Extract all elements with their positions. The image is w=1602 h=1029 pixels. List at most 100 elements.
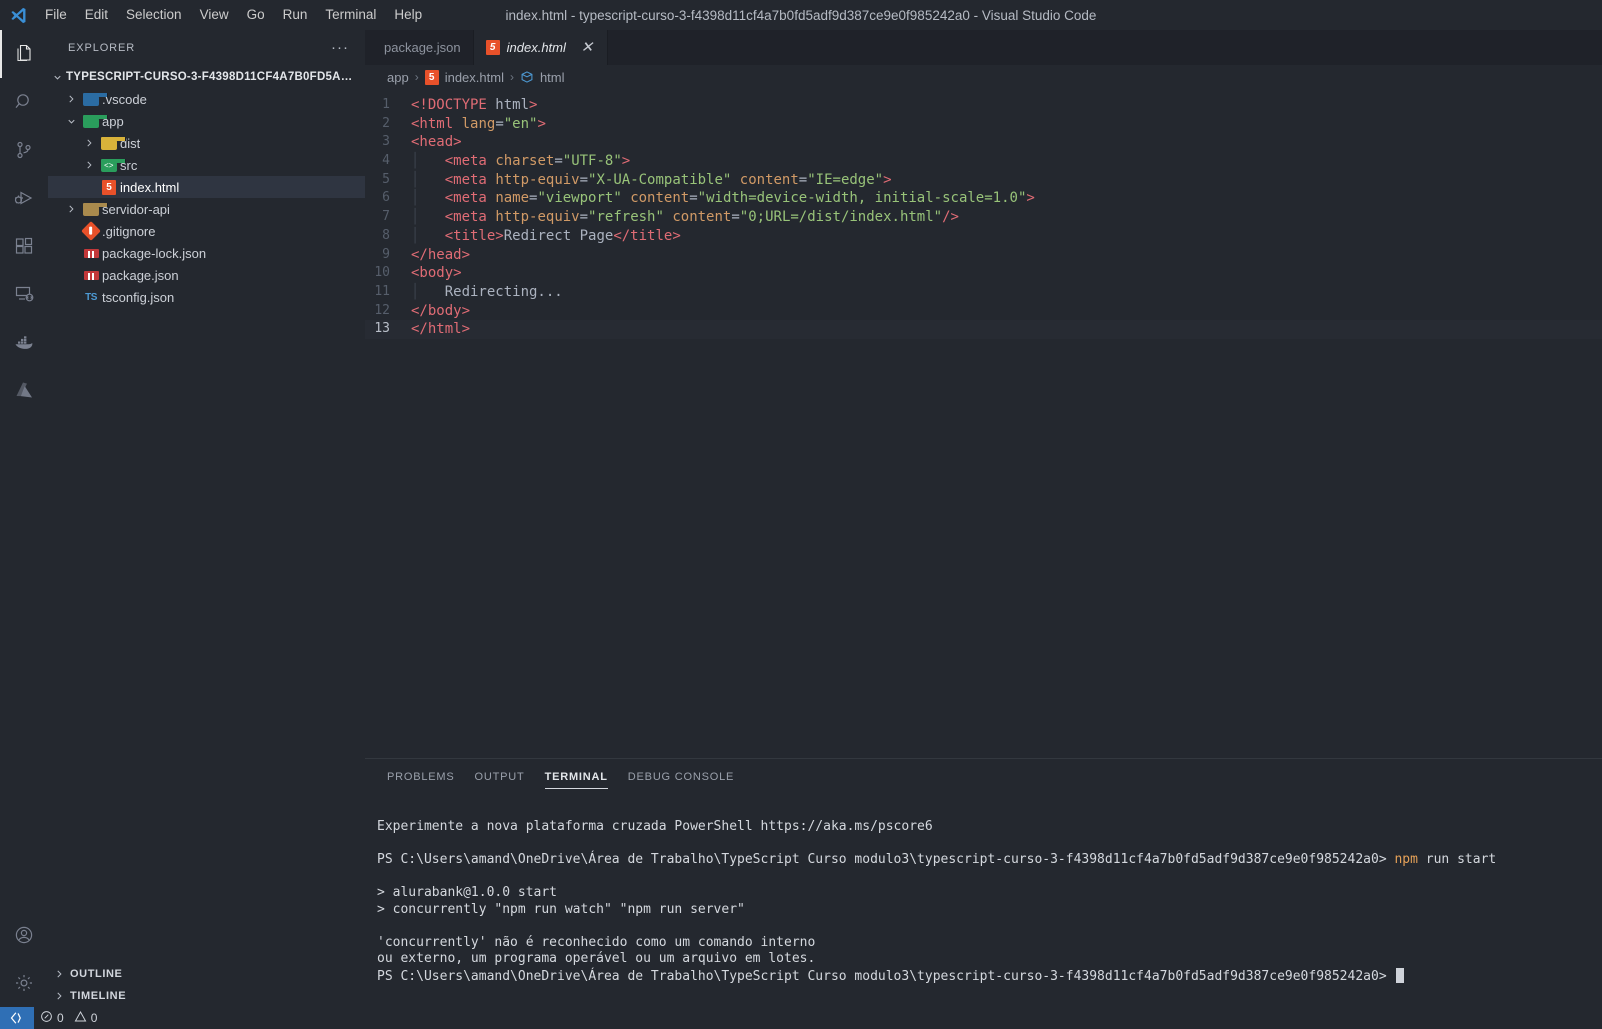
status-error-warning[interactable]: 0 0 [34, 1007, 103, 1029]
breadcrumb-item-html-symbol[interactable]: html [520, 70, 565, 85]
remote-explorer-icon[interactable] [0, 270, 48, 318]
tree-root-folder[interactable]: TYPESCRIPT-CURSO-3-F4398D11CF4A7B0FD5ADF… [48, 66, 365, 88]
code-line[interactable]: 11 │ Redirecting... [365, 283, 1602, 302]
line-number: 9 [382, 246, 390, 262]
tree-item-vscode[interactable]: .vscode [48, 88, 365, 110]
code-line[interactable]: 12 </body> [365, 302, 1602, 321]
tree-item-package-lock-json[interactable]: package-lock.json [48, 242, 365, 264]
tree-item-index-html[interactable]: index.html [48, 176, 365, 198]
warning-icon [74, 1010, 87, 1026]
html5-file-icon [424, 69, 439, 85]
html5-file-icon [98, 179, 120, 195]
tab-output[interactable]: OUTPUT [465, 759, 535, 794]
code-token-tag: > [621, 153, 631, 170]
code-token-txt: = [731, 209, 740, 226]
menu-file[interactable]: File [36, 0, 76, 30]
panel-tabs: PROBLEMS OUTPUT TERMINAL DEBUG CONSOLE [365, 759, 1602, 794]
tree-item-gitignore[interactable]: .gitignore [48, 220, 365, 242]
folder-app-icon [80, 114, 108, 128]
code-line[interactable]: 5 │ <meta http-equiv="X-UA-Compatible" co… [365, 171, 1602, 190]
tab-index-html[interactable]: index.html ✕ [473, 30, 608, 65]
code-line[interactable]: 6 │ <meta name="viewport" content="width=… [365, 189, 1602, 208]
code-line[interactable]: 7 │ <meta http-equiv="refresh" content="0… [365, 208, 1602, 227]
chevron-right-icon[interactable] [62, 204, 80, 214]
code-line[interactable]: 10 <body> [365, 264, 1602, 283]
source-control-icon[interactable] [0, 126, 48, 174]
file-tree[interactable]: TYPESCRIPT-CURSO-3-F4398D11CF4A7B0FD5ADF… [48, 65, 365, 963]
terminal-output[interactable]: Experimente a nova plataforma cruzada Po… [365, 794, 1602, 1007]
git-file-icon [80, 221, 102, 241]
tree-item-package-json[interactable]: package.json [48, 264, 365, 286]
indent-guide: │ [411, 190, 445, 207]
terminal-text: npm [1394, 851, 1418, 867]
run-and-debug-icon[interactable] [0, 174, 48, 222]
outline-panel-header[interactable]: OUTLINE [48, 963, 365, 985]
close-icon[interactable]: ✕ [579, 40, 595, 55]
code-token-tag: > [537, 115, 546, 132]
warning-count: 0 [90, 1011, 98, 1025]
tab-package-json[interactable]: package.json [365, 30, 474, 65]
menu-go[interactable]: Go [238, 0, 274, 30]
tab-terminal[interactable]: TERMINAL [535, 759, 618, 794]
tab-debug-console[interactable]: DEBUG CONSOLE [618, 759, 744, 794]
tree-item-dist[interactable]: dist [48, 132, 365, 154]
breadcrumb-item-app[interactable]: app [387, 70, 409, 85]
extensions-icon[interactable] [0, 222, 48, 270]
code-line[interactable]: 13 </html> [365, 320, 1602, 339]
line-number: 2 [382, 115, 390, 131]
menu-bar[interactable]: File Edit Selection View Go Run Terminal… [36, 0, 431, 30]
breadcrumb-separator: › [509, 70, 514, 84]
code-line[interactable]: 4 │ <meta charset="UTF-8"> [365, 152, 1602, 171]
docker-icon[interactable] [0, 318, 48, 366]
timeline-panel-header[interactable]: TIMELINE [48, 985, 365, 1007]
code-text: │ <meta http-equiv="X-UA-Compatible" con… [411, 171, 892, 190]
settings-gear-icon[interactable] [0, 959, 48, 1007]
tree-item-src[interactable]: <> src [48, 154, 365, 176]
accounts-icon[interactable] [0, 911, 48, 959]
code-text: <body> [411, 264, 462, 283]
line-number: 5 [382, 171, 390, 187]
azure-icon[interactable] [0, 366, 48, 414]
breadcrumb: app › index.html › html [365, 65, 1602, 89]
tree-item-servidor-api[interactable]: servidor-api [48, 198, 365, 220]
line-number: 6 [382, 190, 390, 206]
chevron-down-icon[interactable] [62, 116, 80, 127]
menu-edit[interactable]: Edit [76, 0, 117, 30]
code-token-str: "IE=edge" [807, 171, 884, 188]
terminal-line: ou externo, um programa operável ou um a… [377, 951, 1602, 968]
code-line[interactable]: 2 <html lang="en"> [365, 115, 1602, 134]
code-text: │ <meta http-equiv="refresh" content="0;… [411, 208, 959, 227]
code-line[interactable]: 3 <head> [365, 133, 1602, 152]
menu-view[interactable]: View [191, 0, 238, 30]
code-token-str: "en" [503, 115, 538, 132]
more-actions-icon[interactable]: ··· [325, 40, 355, 55]
remote-window-indicator[interactable] [0, 1007, 34, 1029]
html5-file-icon [485, 40, 500, 55]
code-line[interactable]: 1 <!DOCTYPE html> [365, 96, 1602, 115]
code-line[interactable]: 9 </head> [365, 246, 1602, 265]
code-line[interactable]: 8 │ <title>Redirect Page</title> [365, 227, 1602, 246]
folder-plain-icon [80, 202, 108, 216]
code-token-txt: = [579, 171, 589, 188]
line-number: 4 [382, 153, 390, 169]
tab-label: index.html [506, 40, 566, 55]
chevron-down-icon[interactable] [48, 72, 66, 83]
chevron-right-icon[interactable] [80, 160, 98, 170]
chevron-right-icon[interactable] [48, 991, 70, 1001]
explorer-icon[interactable] [0, 30, 48, 78]
code-editor[interactable]: 1 <!DOCTYPE html> 2 <html lang="en"> 3 <head>… [365, 89, 1602, 758]
menu-run[interactable]: Run [274, 0, 317, 30]
tab-problems[interactable]: PROBLEMS [377, 759, 465, 794]
menu-selection[interactable]: Selection [117, 0, 191, 30]
chevron-right-icon[interactable] [62, 94, 80, 104]
search-icon[interactable] [0, 78, 48, 126]
chevron-right-icon[interactable] [80, 138, 98, 148]
chevron-right-icon[interactable] [48, 969, 70, 979]
menu-help[interactable]: Help [385, 0, 431, 30]
menu-terminal[interactable]: Terminal [316, 0, 385, 30]
tree-item-tsconfig-json[interactable]: TS tsconfig.json [48, 286, 365, 308]
code-content[interactable]: 1 <!DOCTYPE html> 2 <html lang="en"> 3 <head>… [365, 89, 1602, 339]
tree-item-app[interactable]: app [48, 110, 365, 132]
breadcrumb-item-index-html[interactable]: index.html [424, 69, 504, 85]
